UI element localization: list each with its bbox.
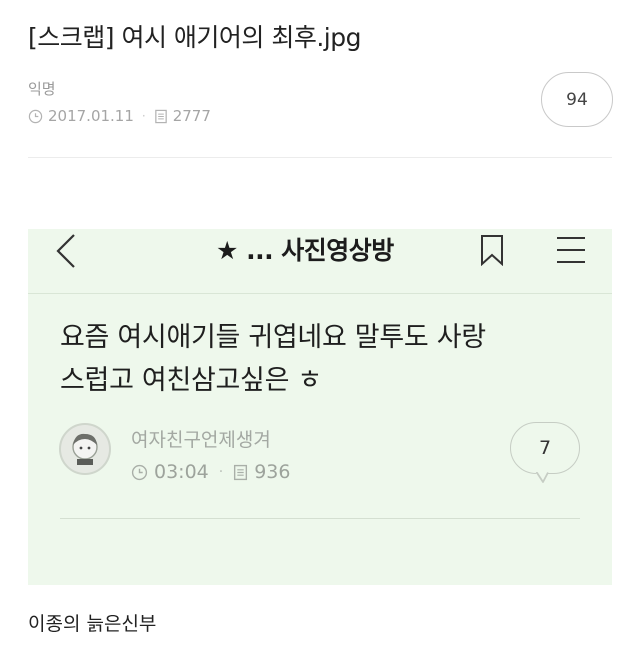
embedded-author: 여자친구언제생겨: [131, 429, 271, 451]
embedded-time: 03:04: [154, 461, 209, 483]
document-icon: [233, 464, 248, 481]
bookmark-icon: [480, 234, 504, 270]
post-author[interactable]: 익명: [28, 78, 56, 99]
comment-count: 94: [566, 89, 588, 110]
comment-count-button[interactable]: 94: [541, 72, 613, 127]
chevron-left-icon: [54, 233, 78, 273]
speech-tail-icon: [535, 472, 549, 483]
clock-icon: [131, 464, 148, 481]
embedded-body-line: 스럽고 여친삼고싶은 ㅎ: [60, 365, 322, 396]
embedded-views: 936: [254, 461, 291, 483]
hamburger-menu-icon: [555, 235, 587, 269]
meta-separator: ·: [218, 464, 224, 480]
post-meta: 2017.01.11 · 2777: [28, 107, 211, 125]
avatar: [59, 423, 111, 475]
avatar-face-icon: [61, 425, 109, 473]
embedded-comment-bubble: 7: [510, 422, 580, 483]
post-caption: 이종의 늙은신부: [28, 613, 157, 635]
embedded-board-title: ★ ... 사진영상방: [216, 236, 394, 265]
embedded-divider: [60, 518, 580, 519]
header-divider: [28, 157, 612, 158]
post-title: [스크랩] 여시 애기어의 최후.jpg: [28, 23, 361, 52]
embedded-comment-count: 7: [538, 437, 552, 459]
post-views: 2777: [172, 107, 211, 125]
meta-separator: ·: [141, 109, 146, 123]
embedded-meta: 03:04 · 936: [131, 461, 290, 483]
clock-icon: [28, 109, 43, 124]
post-date: 2017.01.11: [48, 107, 134, 125]
embedded-body-line: 요즘 여시애기들 귀엽네요 말투도 사랑: [60, 322, 486, 353]
document-icon: [154, 109, 168, 124]
embedded-app-header: ★ ... 사진영상방: [28, 229, 612, 277]
embedded-screenshot: ★ ... 사진영상방 요즘 여시애기들 귀엽네요 말투도 사랑 스럽고 여친삼…: [28, 229, 612, 585]
embedded-header-divider: [28, 293, 612, 294]
embedded-post-body: 요즘 여시애기들 귀엽네요 말투도 사랑 스럽고 여친삼고싶은 ㅎ: [60, 316, 580, 402]
